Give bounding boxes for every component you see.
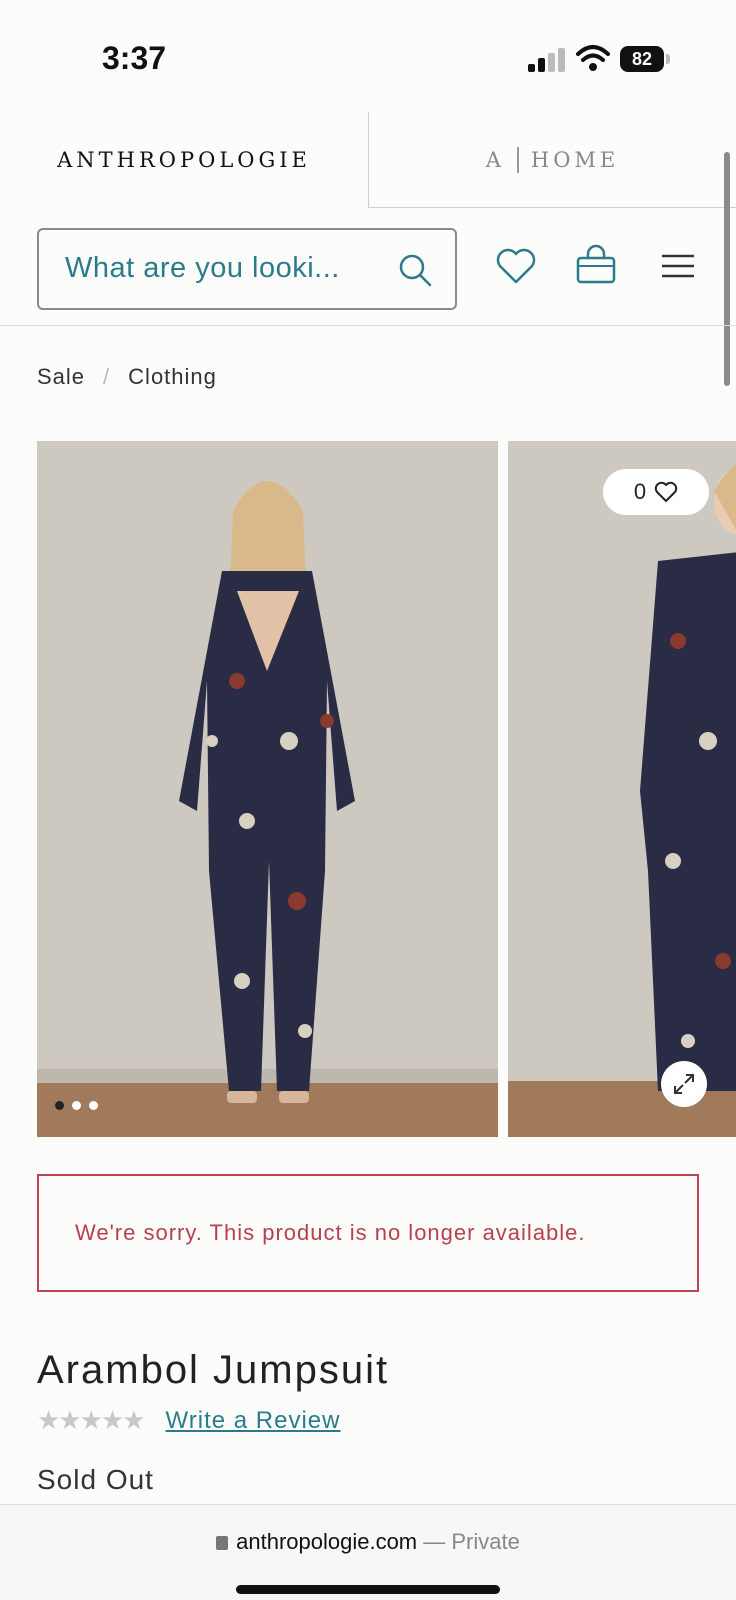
- unavailable-alert: We're sorry. This product is no longer a…: [37, 1174, 699, 1292]
- home-tab-letter: A: [485, 147, 505, 172]
- like-button[interactable]: 0: [603, 469, 709, 515]
- gallery-dot[interactable]: [55, 1101, 64, 1110]
- home-tab-divider: [516, 146, 519, 173]
- product-rating: ★★★★★ Write a Review: [37, 1406, 340, 1436]
- battery-icon: 82: [620, 46, 670, 72]
- private-mode-label: — Private: [423, 1529, 520, 1554]
- status-bar: 3:37 82: [0, 0, 736, 100]
- url-domain: anthropologie.com: [236, 1529, 418, 1554]
- menu-icon[interactable]: [656, 244, 700, 288]
- gallery-dot[interactable]: [72, 1101, 81, 1110]
- breadcrumb-item-clothing[interactable]: Clothing: [128, 364, 217, 389]
- lock-icon: [216, 1536, 229, 1550]
- expand-image-button[interactable]: [661, 1061, 707, 1107]
- product-title: Arambol Jumpsuit: [37, 1348, 390, 1392]
- availability-status: Sold Out: [37, 1464, 154, 1495]
- search-icon[interactable]: [397, 252, 433, 288]
- search-input[interactable]: What are you looki...: [37, 228, 457, 310]
- heart-icon: [654, 481, 678, 502]
- home-indicator[interactable]: [236, 1585, 500, 1594]
- site-header: What are you looki...: [0, 208, 736, 326]
- gallery-dot[interactable]: [89, 1101, 98, 1110]
- status-time: 3:37: [102, 40, 167, 76]
- rating-stars: ★★★★★: [37, 1406, 146, 1436]
- breadcrumb-item-sale[interactable]: Sale: [37, 364, 85, 389]
- shopping-bag-icon[interactable]: [574, 244, 618, 288]
- expand-icon: [674, 1074, 694, 1094]
- search-placeholder: What are you looki...: [65, 252, 340, 284]
- product-photo-side[interactable]: [508, 441, 736, 1137]
- cellular-signal-icon: [528, 48, 565, 72]
- product-photo-front[interactable]: [37, 441, 498, 1137]
- battery-level: 82: [620, 46, 664, 72]
- alert-message: We're sorry. This product is no longer a…: [75, 1220, 586, 1245]
- like-count: 0: [633, 479, 647, 504]
- breadcrumb: Sale / Clothing: [37, 364, 217, 390]
- tab-anthropologie[interactable]: ANTHROPOLOGIE: [0, 112, 368, 208]
- home-tab-word: HOME: [530, 147, 620, 172]
- wifi-icon: [576, 45, 610, 71]
- tab-anthropologie-home[interactable]: A HOME: [368, 112, 736, 208]
- wishlist-heart-icon[interactable]: [494, 244, 538, 288]
- gallery-pagination: [55, 1101, 98, 1110]
- browser-address-bar[interactable]: anthropologie.com — Private: [0, 1504, 736, 1600]
- brand-tabs: ANTHROPOLOGIE A HOME: [0, 112, 736, 208]
- write-review-link[interactable]: Write a Review: [166, 1407, 341, 1435]
- breadcrumb-separator: /: [103, 364, 111, 389]
- product-image-gallery[interactable]: 0: [37, 441, 736, 1137]
- browser-url[interactable]: anthropologie.com — Private: [0, 1529, 736, 1555]
